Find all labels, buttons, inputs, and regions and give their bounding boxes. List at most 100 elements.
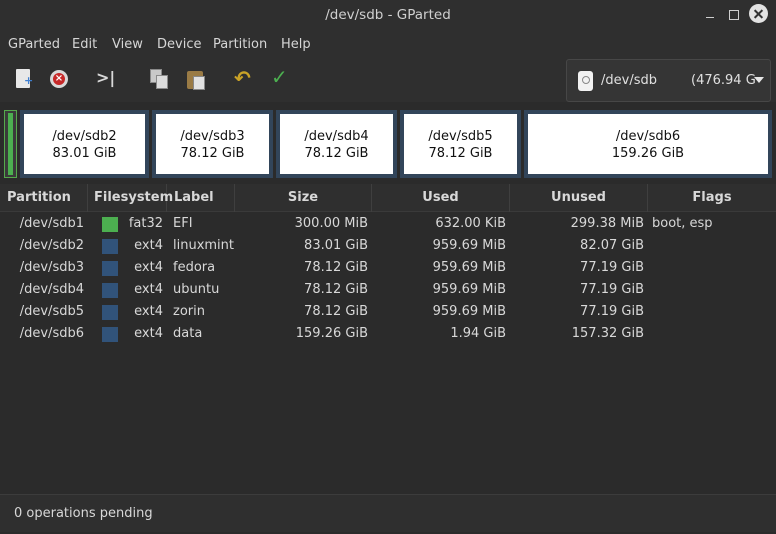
cell-filesystem: fat32 [128, 216, 163, 231]
cell-unused: 77.19 GiB [580, 282, 644, 297]
partition-name: /dev/sdb2 [52, 129, 117, 144]
cell-partition: /dev/sdb5 [19, 304, 84, 319]
cell-flags: boot, esp [652, 216, 713, 231]
cell-label: EFI [173, 216, 193, 231]
minimize-button[interactable] [700, 5, 720, 25]
filesystem-color-swatch [102, 239, 118, 254]
cell-partition: /dev/sdb2 [19, 238, 84, 253]
partition-name: /dev/sdb3 [180, 129, 245, 144]
cell-filesystem: ext4 [134, 282, 163, 297]
cell-used: 959.69 MiB [432, 260, 506, 275]
filesystem-color-swatch [102, 305, 118, 320]
cell-label: ubuntu [173, 282, 220, 297]
cell-flags [652, 323, 772, 345]
cell-label: data [173, 326, 203, 341]
partition-table: Partition Filesystem Label Size Used Unu… [0, 184, 776, 494]
cell-unused: 82.07 GiB [580, 238, 644, 253]
new-icon[interactable]: + [13, 68, 37, 92]
copy-icon[interactable] [148, 68, 172, 92]
chevron-down-icon [754, 77, 764, 83]
partition-name: /dev/sdb5 [428, 129, 493, 144]
cell-flags [652, 257, 772, 279]
apply-icon[interactable]: ✓ [271, 65, 295, 89]
window-title: /dev/sdb - GParted [325, 7, 451, 23]
partition-name: /dev/sdb4 [304, 129, 369, 144]
partition-size: 159.26 GiB [611, 146, 685, 161]
menu-bar: GParted Edit View Device Partition Help [0, 30, 776, 58]
cell-unused: 77.19 GiB [580, 304, 644, 319]
column-unused[interactable]: Unused [510, 184, 648, 212]
filesystem-color-swatch [102, 283, 118, 298]
partition-size: 83.01 GiB [52, 146, 117, 161]
cell-label: linuxmint [173, 238, 235, 253]
cell-filesystem: ext4 [134, 260, 163, 275]
device-selector[interactable]: /dev/sdb (476.94 G [566, 59, 771, 102]
menu-view[interactable]: View [112, 37, 143, 52]
cell-size: 159.26 GiB [295, 326, 368, 341]
filesystem-color-swatch [102, 217, 118, 232]
cell-partition: /dev/sdb6 [19, 326, 84, 341]
filesystem-color-swatch [102, 327, 118, 342]
cell-used: 632.00 KiB [435, 216, 506, 231]
menu-partition[interactable]: Partition [213, 37, 267, 52]
cell-label: zorin [173, 304, 205, 319]
cell-size: 300.00 MiB [294, 216, 368, 231]
cell-flags [652, 235, 772, 257]
column-used[interactable]: Used [372, 184, 510, 212]
disk-map-partition-sdb2[interactable]: /dev/sdb2 83.01 GiB [20, 110, 149, 178]
partition-size: 78.12 GiB [428, 146, 493, 161]
cell-unused: 157.32 GiB [571, 326, 644, 341]
cell-flags [652, 279, 772, 301]
table-row[interactable]: /dev/sdb2 ext4 linuxmint 83.01 GiB 959.69 Mi… [0, 235, 776, 257]
disk-map-partition-sdb3[interactable]: /dev/sdb3 78.12 GiB [152, 110, 273, 178]
cell-used: 959.69 MiB [432, 238, 506, 253]
cell-filesystem: ext4 [134, 304, 163, 319]
disk-map-partition-sdb6[interactable]: /dev/sdb6 159.26 GiB [524, 110, 772, 178]
filesystem-color-swatch [102, 261, 118, 276]
menu-help[interactable]: Help [281, 37, 311, 52]
cell-label: fedora [173, 260, 216, 275]
cell-size: 78.12 GiB [304, 282, 368, 297]
cell-used: 1.94 GiB [450, 326, 506, 341]
column-size[interactable]: Size [235, 184, 372, 212]
column-filesystem[interactable]: Filesystem [88, 184, 173, 212]
disk-icon [578, 71, 593, 91]
cell-partition: /dev/sdb4 [19, 282, 84, 297]
table-row[interactable]: /dev/sdb6 ext4 data 159.26 GiB 1.94 GiB 157.3… [0, 323, 776, 345]
undo-icon[interactable]: ↶ [234, 66, 258, 90]
cell-filesystem: ext4 [134, 326, 163, 341]
menu-device[interactable]: Device [157, 37, 201, 52]
disk-map-partition-sdb5[interactable]: /dev/sdb5 78.12 GiB [400, 110, 521, 178]
cell-used: 959.69 MiB [432, 304, 506, 319]
maximize-button[interactable] [724, 5, 744, 25]
table-row[interactable]: /dev/sdb1 fat32 EFI 300.00 MiB 632.00 KiB 299… [0, 213, 776, 235]
disk-map: /dev/sdb2 83.01 GiB /dev/sdb3 78.12 GiB /d… [0, 106, 776, 181]
column-flags[interactable]: Flags [648, 184, 776, 212]
column-label[interactable]: Label [167, 184, 235, 212]
delete-icon[interactable]: × [48, 68, 72, 92]
disk-map-partition-sdb1[interactable] [4, 110, 17, 178]
partition-name: /dev/sdb6 [615, 129, 681, 144]
table-row[interactable]: /dev/sdb3 ext4 fedora 78.12 GiB 959.69 MiB 77… [0, 257, 776, 279]
resize-move-icon[interactable]: >| [96, 68, 120, 92]
table-header: Partition Filesystem Label Size Used Unu… [0, 184, 776, 212]
cell-used: 959.69 MiB [432, 282, 506, 297]
table-row[interactable]: /dev/sdb4 ext4 ubuntu 78.12 GiB 959.69 MiB 77… [0, 279, 776, 301]
paste-icon[interactable] [185, 68, 209, 92]
cell-filesystem: ext4 [134, 238, 163, 253]
table-row[interactable]: /dev/sdb5 ext4 zorin 78.12 GiB 959.69 MiB 77.… [0, 301, 776, 323]
cell-unused: 299.38 MiB [570, 216, 644, 231]
status-text: 0 operations pending [14, 506, 153, 521]
device-name: /dev/sdb [601, 73, 657, 88]
cell-size: 78.12 GiB [304, 260, 368, 275]
title-bar: /dev/sdb - GParted [0, 0, 776, 30]
status-bar: 0 operations pending [0, 494, 776, 532]
menu-edit[interactable]: Edit [72, 37, 97, 52]
close-button[interactable] [749, 4, 768, 23]
column-partition[interactable]: Partition [0, 184, 88, 212]
partition-size: 78.12 GiB [304, 146, 369, 161]
menu-gparted[interactable]: GParted [8, 37, 60, 52]
disk-map-partition-sdb4[interactable]: /dev/sdb4 78.12 GiB [276, 110, 397, 178]
device-size: (476.94 G [691, 73, 756, 88]
cell-unused: 77.19 GiB [580, 260, 644, 275]
